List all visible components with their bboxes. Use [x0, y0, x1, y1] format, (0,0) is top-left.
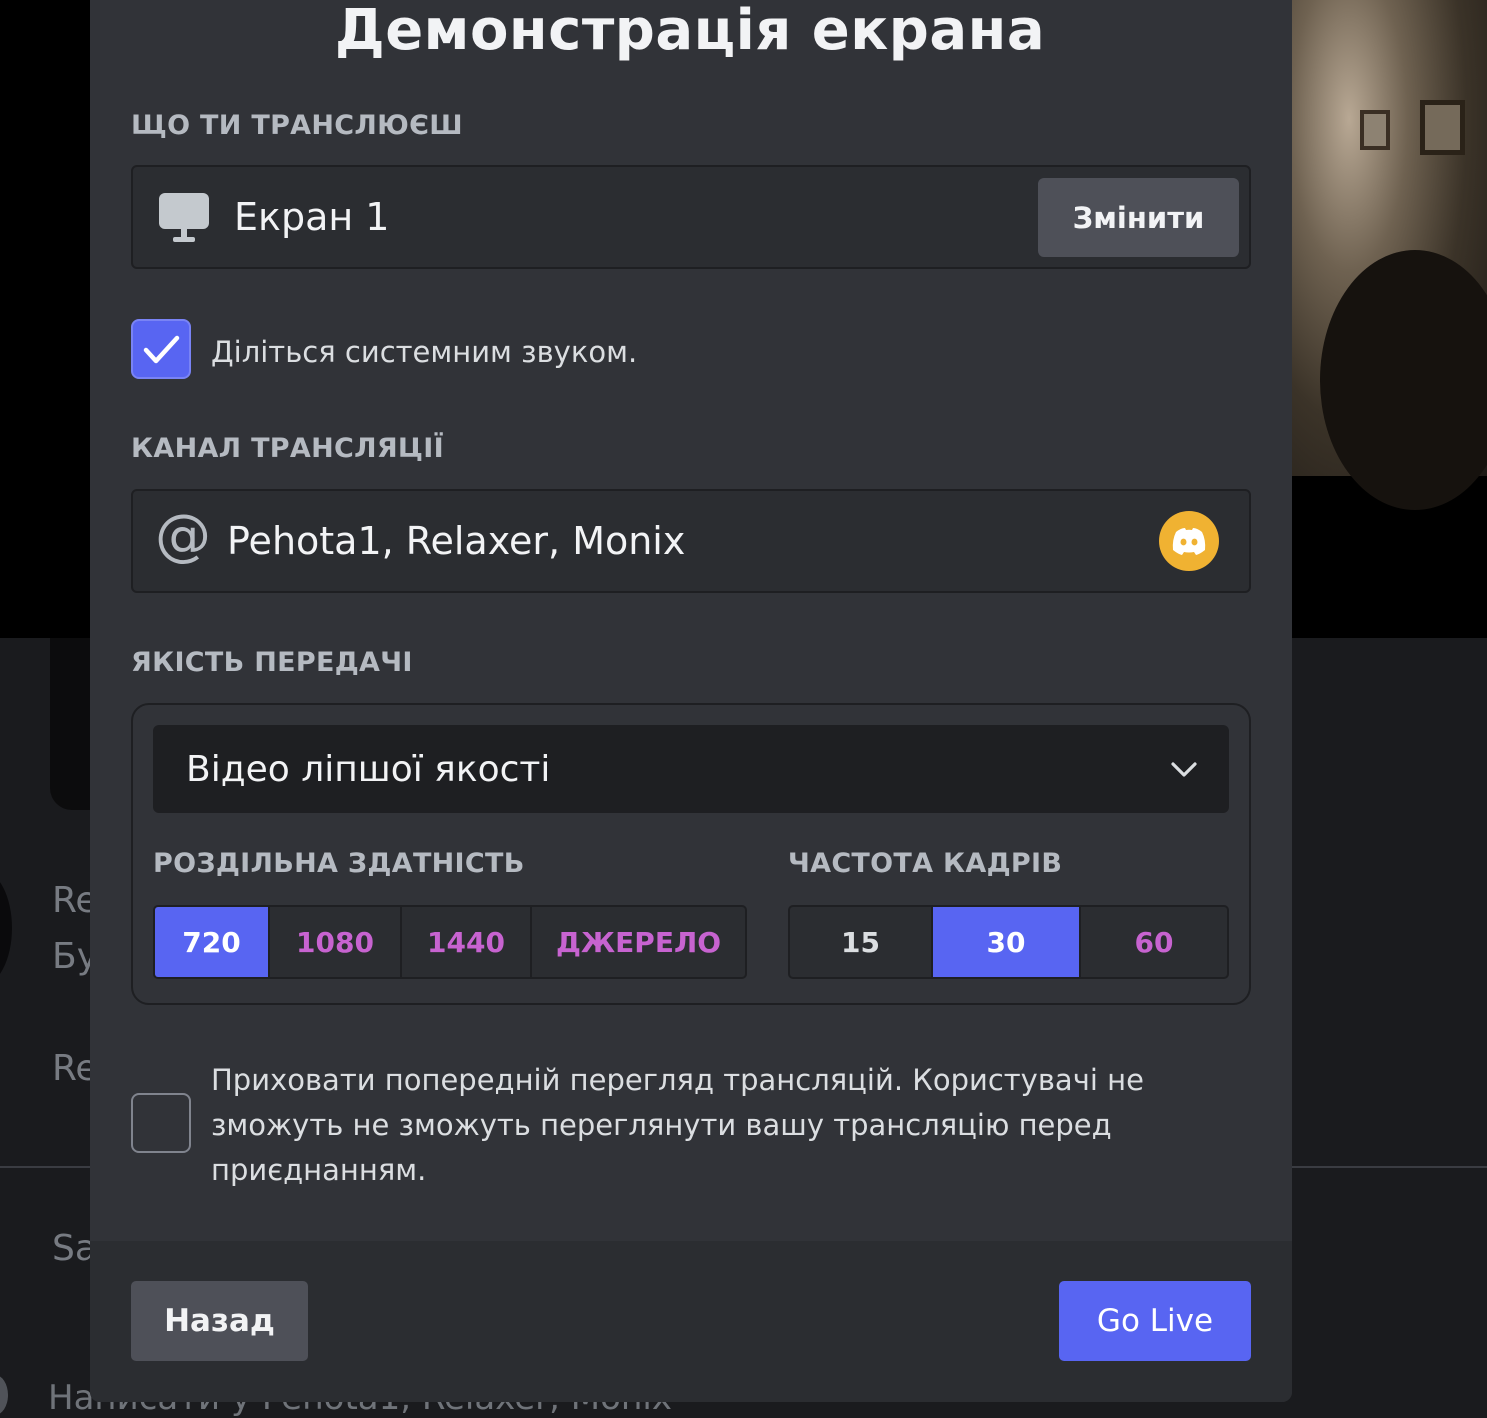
system-audio-checkbox[interactable]: [131, 319, 191, 379]
resolution-option-source[interactable]: ДЖЕРЕЛО: [532, 907, 745, 977]
back-button[interactable]: Назад: [131, 1281, 308, 1361]
quality-preset-select[interactable]: Відео ліпшої якості: [153, 725, 1229, 813]
hide-preview-checkbox[interactable]: [131, 1093, 191, 1153]
go-live-button[interactable]: Go Live: [1059, 1281, 1251, 1361]
resolution-label: РОЗДІЛЬНА ЗДАТНІСТЬ: [153, 848, 525, 879]
quality-panel: Відео ліпшої якості РОЗДІЛЬНА ЗДАТНІСТЬ …: [131, 703, 1251, 1005]
monitor-icon: [159, 193, 209, 245]
resolution-option-1080[interactable]: 1080: [270, 907, 402, 977]
person-silhouette: [1320, 250, 1487, 510]
system-audio-label: Діліться системним звуком.: [211, 335, 638, 369]
picture-frame: [1420, 100, 1465, 155]
screen-share-modal: Демонстрація екрана ЩО ТИ ТРАНСЛЮЄШ Екра…: [90, 0, 1292, 1402]
quality-section-label: ЯКІСТЬ ПЕРЕДАЧІ: [131, 647, 413, 678]
modal-title: Демонстрація екрана: [334, 0, 1046, 63]
source-section-label: ЩО ТИ ТРАНСЛЮЄШ: [131, 110, 463, 141]
source-name: Екран 1: [234, 195, 390, 239]
change-source-button[interactable]: Змінити: [1038, 178, 1239, 257]
framerate-option-30[interactable]: 30: [933, 907, 1081, 977]
framerate-option-60[interactable]: 60: [1081, 907, 1227, 977]
resolution-option-1440[interactable]: 1440: [402, 907, 532, 977]
source-field: Екран 1 Змінити: [131, 165, 1251, 269]
framerate-selector: 15 30 60: [788, 905, 1229, 979]
quality-preset-value: Відео ліпшої якості: [186, 749, 551, 790]
background-camera-feed: [1290, 0, 1487, 510]
channel-field: @ Pehota1, Relaxer, Monix: [131, 489, 1251, 593]
channel-name: Pehota1, Relaxer, Monix: [227, 519, 686, 563]
discord-icon: [1159, 511, 1219, 571]
checkmark-icon: [143, 335, 180, 364]
chevron-down-icon: [1171, 762, 1197, 777]
hide-preview-label: Приховати попередній перегляд трансляцій…: [211, 1063, 1144, 1187]
resolution-selector: 720 1080 1440 ДЖЕРЕЛО: [153, 905, 747, 979]
channel-section-label: КАНАЛ ТРАНСЛЯЦІЇ: [131, 433, 444, 464]
framerate-label: ЧАСТОТА КАДРІВ: [788, 848, 1063, 879]
at-sign-icon: @: [155, 503, 211, 568]
resolution-option-720[interactable]: 720: [155, 907, 270, 977]
framerate-option-15[interactable]: 15: [790, 907, 933, 977]
picture-frame: [1360, 110, 1390, 150]
